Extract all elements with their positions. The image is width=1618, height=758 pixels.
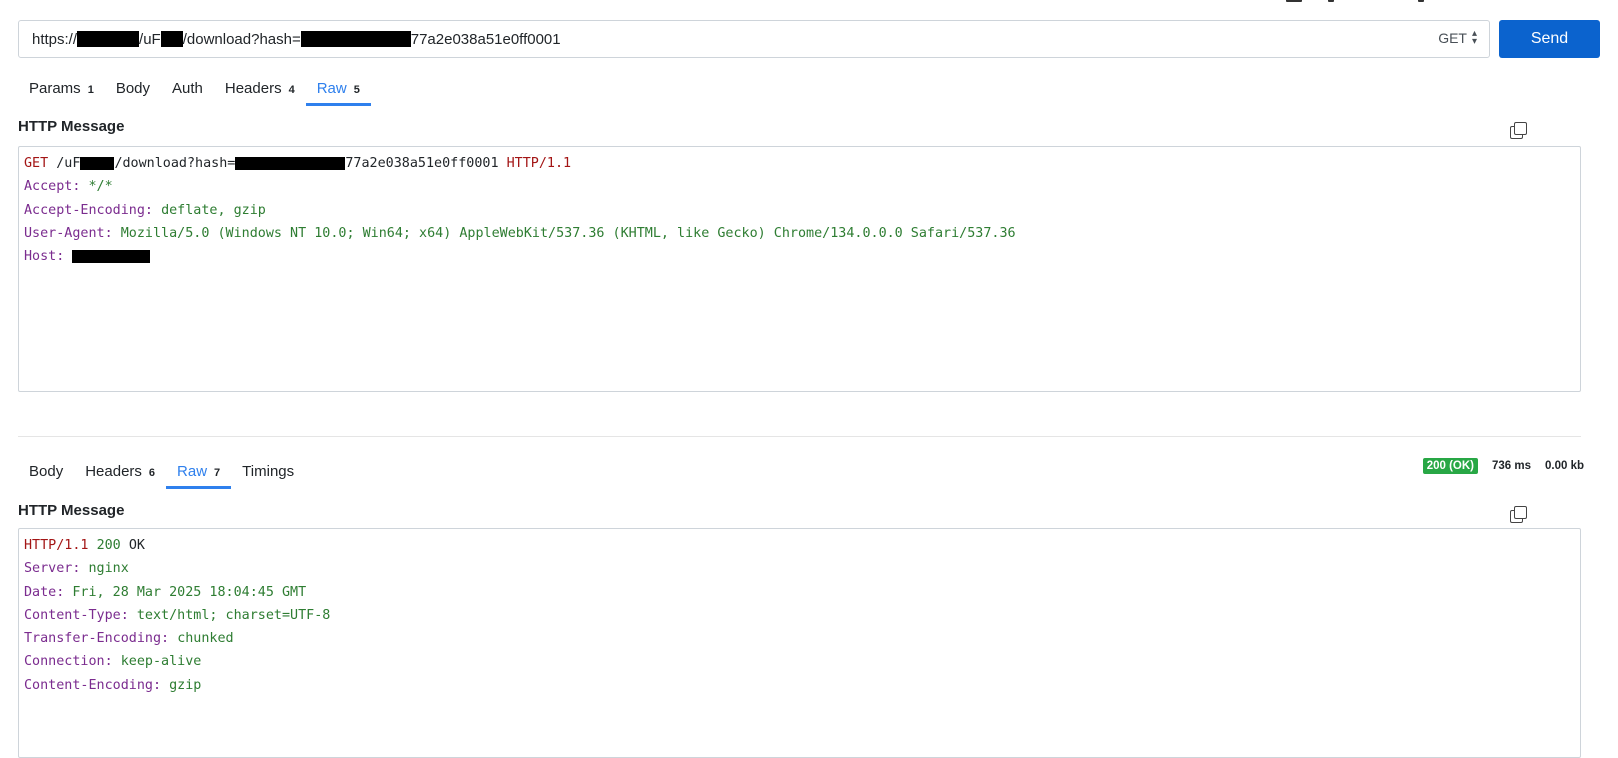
tab-count: 7 [214,467,221,479]
tab-headers[interactable]: Headers 4 [214,72,306,106]
header-line: Transfer-Encoding: chunked [24,627,1575,650]
sort-caret-icon: ▴ ▾ [1471,28,1477,47]
header-line: Content-Encoding: gzip [24,674,1575,697]
request-tabs: Params 1 Body Auth Headers 4 Raw 5 [18,72,371,106]
header-value: */* [88,179,113,195]
tab-count: 4 [288,84,295,96]
header-value: text/html; charset=UTF-8 [136,607,331,623]
tab-headers[interactable]: Headers 6 [74,455,166,489]
raw-protocol: HTTP/1.1 [24,538,89,553]
response-status-bar: 200 (OK) 736 ms 0.00 kb [1422,458,1584,474]
url-prefix: https:// [32,30,78,48]
header-key: Content-Type: [24,607,129,623]
raw-status-code: 200 [96,538,121,553]
status-line: HTTP/1.1 200 OK [24,534,1575,557]
tab-label: Headers [224,80,282,97]
tab-label: Raw [316,80,347,97]
tab-count: 6 [148,467,156,479]
url-hash-suffix: 77a2e038a51e0ff0001 [410,30,561,48]
tab-label: Raw [177,463,208,480]
request-line: GET /uF/download?hash= 77a2e038a51e0ff000… [24,152,1575,175]
response-section-title: HTTP Message [18,502,125,519]
copy-icon[interactable] [1509,505,1527,523]
header-key: Date: [24,584,65,600]
tab-label: Headers [85,463,142,480]
url-input[interactable]: https:// /uF /download?hash= 77a2e038a51… [18,20,1490,58]
header-line: User-Agent: Mozilla/5.0 (Windows NT 10.0… [24,222,1575,245]
header-key: Accept-Encoding: [24,202,153,218]
header-line: Host: [24,245,1575,268]
url-path-part: /uF [139,30,161,48]
tab-timings[interactable]: Timings [231,455,305,489]
response-tabs: Body Headers 6 Raw 7 Timings [18,455,305,489]
tab-label: Body [29,463,64,480]
redacted-hash [235,156,346,170]
redacted-host [72,249,151,263]
request-section-title: HTTP Message [18,118,125,135]
cropped-toolbar-fragment [1286,0,1486,4]
header-value: chunked [177,631,234,647]
redacted-path [80,156,115,170]
url-bar-row: https:// /uF /download?hash= 77a2e038a51… [18,20,1600,58]
header-key: User-Agent: [24,225,113,241]
raw-status-text: OK [128,538,145,553]
tab-body[interactable]: Body [18,455,74,489]
tab-auth[interactable]: Auth [161,72,214,106]
header-line: Accept-Encoding: deflate, gzip [24,199,1575,222]
raw-path: 77a2e038a51e0ff0001 [345,156,499,171]
status-badge: 200 (OK) [1422,458,1478,474]
header-line: Date: Fri, 28 Mar 2025 18:04:45 GMT [24,581,1575,604]
redacted-host [77,31,140,47]
header-key: Host: [24,249,65,265]
header-line: Accept: */* [24,175,1575,198]
response-size: 0.00 kb [1545,460,1584,472]
header-line: Server: nginx [24,557,1575,580]
tab-count: 1 [87,84,94,96]
header-value: keep-alive [120,654,202,670]
header-value: Mozilla/5.0 (Windows NT 10.0; Win64; x64… [120,225,1016,241]
header-value: gzip [169,677,202,693]
header-line: Connection: keep-alive [24,650,1575,673]
header-key: Server: [24,561,81,577]
tab-count: 5 [353,84,360,96]
header-key: Connection: [24,654,113,670]
tab-raw[interactable]: Raw 7 [166,455,232,489]
header-key: Accept: [24,179,81,195]
tab-params[interactable]: Params 1 [18,72,105,106]
header-line: Content-Type: text/html; charset=UTF-8 [24,604,1575,627]
tab-label: Params [29,80,81,97]
method-select[interactable]: GET ▴ ▾ [1438,28,1477,47]
raw-path: /download?hash= [114,156,236,171]
raw-path: /uF [56,156,81,171]
header-value: nginx [88,561,129,577]
raw-method: GET [24,156,49,171]
tab-label: Timings [242,463,295,480]
method-value: GET [1438,30,1467,46]
header-key: Transfer-Encoding: [24,631,170,647]
header-key: Content-Encoding: [24,677,162,693]
response-time: 736 ms [1491,460,1531,472]
redacted-hash [300,31,411,47]
raw-protocol: HTTP/1.1 [506,156,572,171]
tab-label: Auth [172,80,203,97]
url-path-part: /download?hash= [182,30,301,48]
tab-raw[interactable]: Raw 5 [305,72,371,106]
tab-label: Body [115,80,151,97]
response-raw-message[interactable]: HTTP/1.1 200 OK Server: nginx Date: Fri,… [18,528,1581,758]
send-button[interactable]: Send [1499,20,1600,58]
header-value: deflate, gzip [161,202,266,218]
copy-icon[interactable] [1509,121,1527,139]
redacted-path [160,31,183,47]
tab-body[interactable]: Body [105,72,161,106]
section-divider [18,436,1581,437]
request-raw-message[interactable]: GET /uF/download?hash= 77a2e038a51e0ff000… [18,146,1581,392]
header-value: Fri, 28 Mar 2025 18:04:45 GMT [72,584,307,600]
